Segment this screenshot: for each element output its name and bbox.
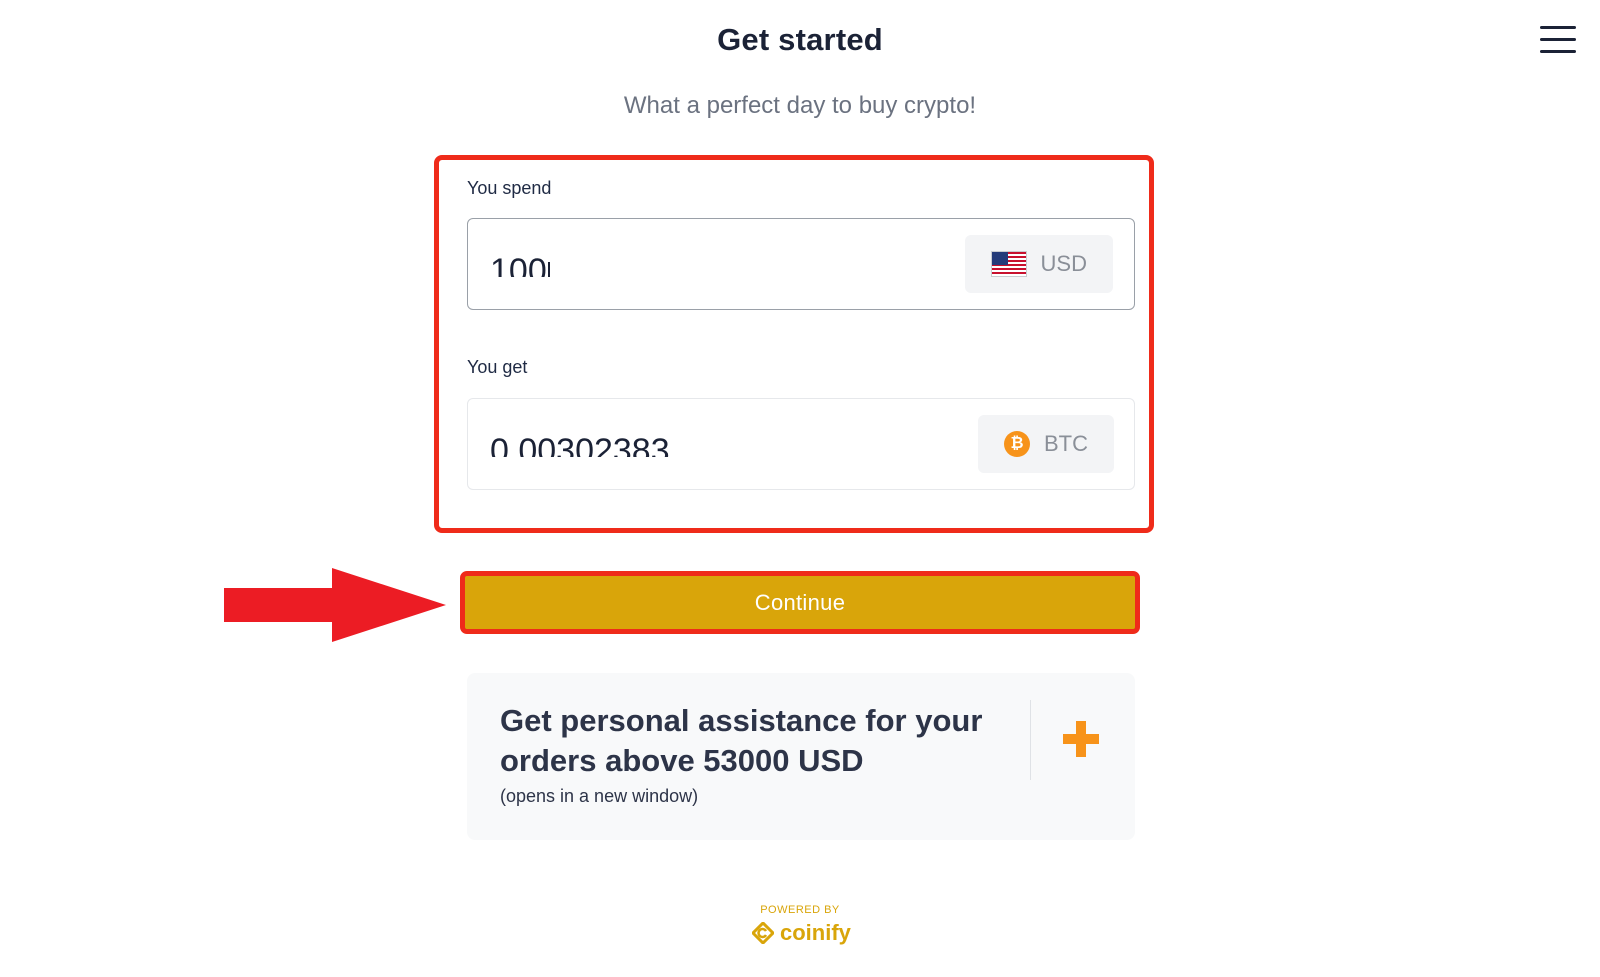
assistance-divider — [1030, 700, 1031, 780]
personal-assistance-card[interactable]: Get personal assistance for your orders … — [467, 673, 1135, 840]
assistance-heading: Get personal assistance for your orders … — [500, 703, 983, 778]
brand-name: coinify — [780, 920, 851, 945]
coinify-logo: coinify — [752, 920, 851, 946]
red-arrow-icon — [224, 568, 446, 642]
page-subtitle: What a perfect day to buy crypto! — [623, 92, 977, 119]
us-flag-icon — [991, 251, 1027, 277]
spend-currency-code: USD — [1040, 251, 1087, 276]
get-amount-value: 0.00302383 — [490, 432, 670, 457]
get-amount-field[interactable]: 0.00302383 ₿ BTC — [467, 398, 1135, 490]
powered-by-label: POWERED BY — [760, 904, 840, 916]
get-started-page: Get started What a perfect day to buy cr… — [0, 0, 1600, 977]
spend-amount-value: 100 — [490, 251, 550, 277]
plus-icon[interactable] — [1063, 721, 1099, 757]
bitcoin-icon: ₿ — [1004, 431, 1030, 457]
coinify-logo-icon — [752, 922, 774, 944]
get-currency-selector[interactable]: ₿ BTC — [978, 415, 1114, 473]
spend-amount-field[interactable]: 100 USD — [467, 218, 1135, 310]
continue-button[interactable]: Continue — [460, 571, 1140, 634]
continue-label: Continue — [754, 589, 846, 615]
hamburger-menu-icon[interactable] — [1540, 26, 1576, 58]
text-cursor — [547, 262, 550, 277]
spend-currency-selector[interactable]: USD — [965, 235, 1113, 293]
get-label: You get — [467, 357, 528, 377]
assistance-note: (opens in a new window) — [500, 786, 699, 806]
spend-label: You spend — [467, 178, 552, 198]
page-title: Get started — [717, 22, 883, 57]
get-currency-code: BTC — [1044, 431, 1088, 456]
